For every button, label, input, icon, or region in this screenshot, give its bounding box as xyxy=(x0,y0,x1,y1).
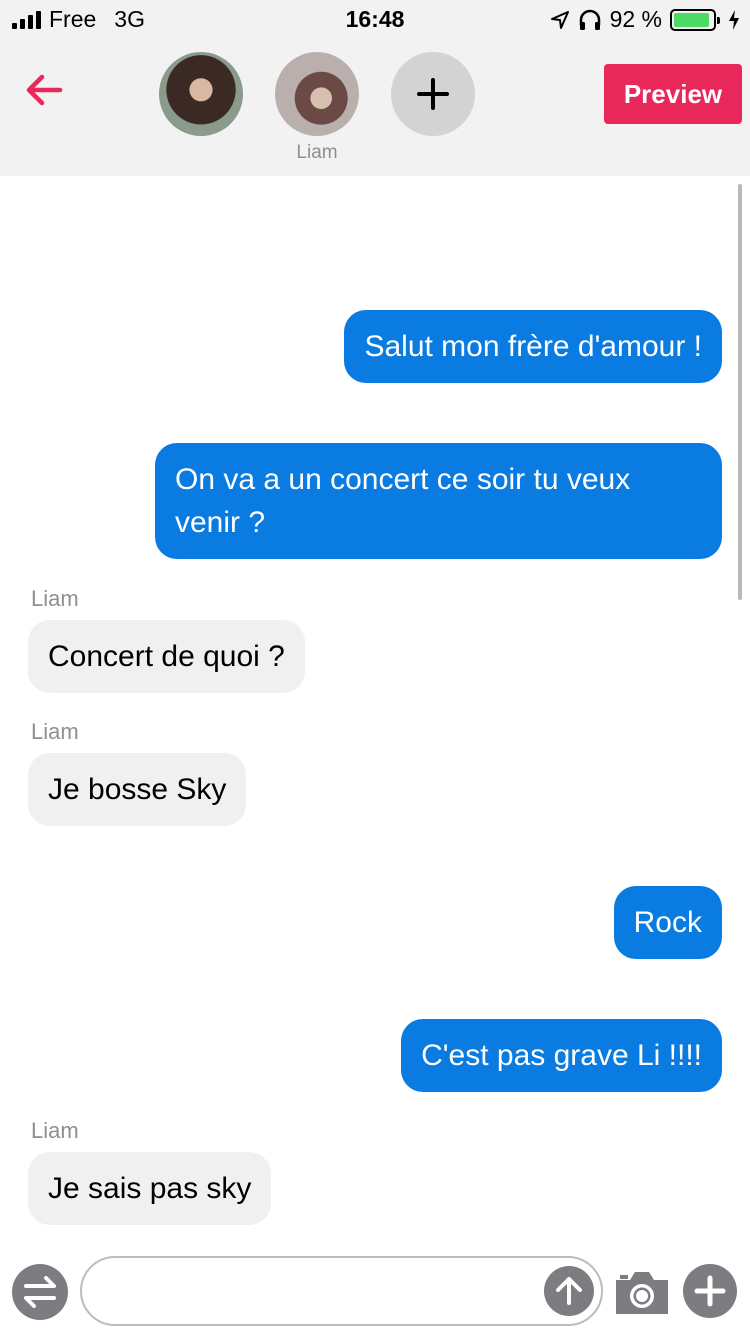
plus-circle-icon xyxy=(694,1275,726,1307)
message-field[interactable] xyxy=(80,1256,603,1326)
message-bubble-incoming[interactable]: Je sais pas sky xyxy=(28,1152,272,1225)
status-bar: Free 3G 16:48 92 % xyxy=(0,0,750,40)
plus-icon xyxy=(417,78,449,110)
message-bubble-outgoing[interactable]: Salut mon frère d'amour ! xyxy=(344,310,722,383)
contact-name: Liam xyxy=(296,142,338,163)
arrow-left-icon xyxy=(26,74,63,106)
charging-icon xyxy=(728,9,740,30)
send-button[interactable] xyxy=(544,1266,594,1316)
location-icon xyxy=(550,10,570,30)
sender-name: Liam xyxy=(31,1118,79,1143)
avatar[interactable] xyxy=(159,52,243,136)
preview-button[interactable]: Preview xyxy=(604,64,742,124)
send-arrow-up-icon xyxy=(556,1277,582,1305)
conversation-header: Liam Preview xyxy=(0,40,750,176)
message-bubble-incoming[interactable]: Je bosse Sky xyxy=(28,753,247,826)
add-contact-button[interactable] xyxy=(391,52,475,136)
message-bubble-outgoing[interactable]: On va a un concert ce soir tu veux venir… xyxy=(155,443,722,559)
back-button[interactable] xyxy=(22,68,66,112)
swap-arrows-icon xyxy=(24,1276,56,1308)
battery-icon xyxy=(670,8,720,31)
chat-area[interactable]: Salut mon frère d'amour ! On va a un con… xyxy=(0,176,750,1242)
battery-percent: 92 % xyxy=(609,6,662,32)
scrollbar[interactable] xyxy=(738,184,742,600)
camera-icon xyxy=(616,1272,668,1314)
headphones-icon xyxy=(578,9,602,31)
camera-button[interactable] xyxy=(612,1264,672,1320)
composer-bar xyxy=(0,1242,750,1334)
message-bubble-incoming[interactable]: Concert de quoi ? xyxy=(28,620,305,693)
message-bubble-outgoing[interactable]: C'est pas grave Li !!!! xyxy=(401,1019,722,1092)
swap-sender-button[interactable] xyxy=(12,1264,68,1320)
battery-level xyxy=(674,12,709,27)
add-attachment-button[interactable] xyxy=(683,1264,737,1318)
sender-name: Liam xyxy=(31,586,79,611)
avatar-liam[interactable] xyxy=(275,52,359,136)
message-bubble-outgoing[interactable]: Rock xyxy=(613,886,722,959)
message-input[interactable] xyxy=(104,1268,534,1314)
status-right: 92 % xyxy=(550,6,740,33)
sender-name: Liam xyxy=(31,719,79,744)
